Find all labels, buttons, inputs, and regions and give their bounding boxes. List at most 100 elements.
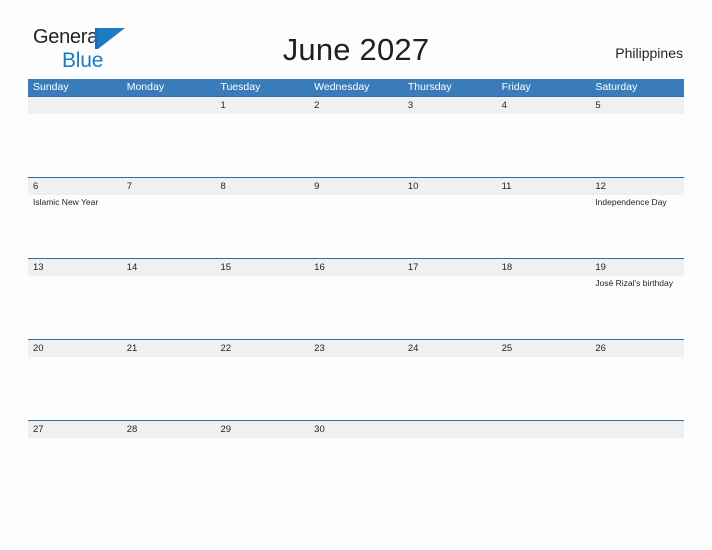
day-cell[interactable] <box>28 114 122 177</box>
day-number[interactable]: 5 <box>590 97 684 114</box>
event-label: Islamic New Year <box>33 197 99 207</box>
day-cell[interactable] <box>122 438 216 498</box>
day-number[interactable]: 3 <box>403 97 497 114</box>
weekday-friday: Friday <box>501 81 531 93</box>
day-cell[interactable] <box>309 276 403 339</box>
day-number[interactable]: 8 <box>215 178 309 195</box>
week-date-band: 27 28 29 30 <box>28 421 684 438</box>
day-number[interactable]: 13 <box>28 259 122 276</box>
week-event-band: José Rizal's birthday <box>28 276 684 339</box>
day-cell[interactable] <box>497 195 591 258</box>
day-cell[interactable]: Independence Day <box>590 195 684 258</box>
day-cell[interactable] <box>403 195 497 258</box>
day-number[interactable]: 18 <box>497 259 591 276</box>
event-label: Independence Day <box>595 197 667 207</box>
weekday-sunday: Sunday <box>33 81 69 93</box>
day-cell[interactable] <box>122 357 216 420</box>
week-row: 27 28 29 30 <box>28 420 684 498</box>
weekday-monday: Monday <box>126 81 165 93</box>
week-date-band: 6 7 8 9 10 11 12 <box>28 178 684 195</box>
day-number[interactable]: 16 <box>309 259 403 276</box>
week-date-band: 1 2 3 4 5 <box>28 97 684 114</box>
week-row: 13 14 15 16 17 18 19 José Rizal's birthd… <box>28 258 684 339</box>
day-number[interactable]: 24 <box>403 340 497 357</box>
day-number[interactable]: 29 <box>215 421 309 438</box>
day-number[interactable]: 2 <box>309 97 403 114</box>
day-number[interactable]: 22 <box>215 340 309 357</box>
weekday-thursday: Thursday <box>407 81 452 93</box>
region-label: Philippines <box>615 45 683 61</box>
day-number[interactable]: 17 <box>403 259 497 276</box>
day-number[interactable]: 15 <box>215 259 309 276</box>
day-number[interactable]: 27 <box>28 421 122 438</box>
day-cell[interactable] <box>403 357 497 420</box>
day-number[interactable]: 19 <box>590 259 684 276</box>
day-cell[interactable] <box>590 357 684 420</box>
day-number[interactable]: 1 <box>215 97 309 114</box>
day-cell[interactable] <box>497 276 591 339</box>
day-number[interactable]: 9 <box>309 178 403 195</box>
day-number[interactable]: 12 <box>590 178 684 195</box>
day-cell[interactable]: Islamic New Year <box>28 195 122 258</box>
page-header: General Blue June 2027 Philippines <box>0 0 712 71</box>
day-cell[interactable] <box>590 438 684 498</box>
calendar-grid: Sunday Monday Tuesday Wednesday Thursday… <box>28 79 684 498</box>
day-cell[interactable] <box>122 276 216 339</box>
day-cell[interactable]: José Rizal's birthday <box>590 276 684 339</box>
week-event-band: Islamic New Year Independence Day <box>28 195 684 258</box>
day-cell[interactable] <box>403 114 497 177</box>
weekday-header-row: Sunday Monday Tuesday Wednesday Thursday… <box>28 79 684 96</box>
day-cell[interactable] <box>309 195 403 258</box>
weekday-tuesday: Tuesday <box>220 81 261 93</box>
weekday-saturday: Saturday <box>595 81 638 93</box>
day-cell[interactable] <box>122 195 216 258</box>
week-row: 20 21 22 23 24 25 26 <box>28 339 684 420</box>
day-cell[interactable] <box>403 276 497 339</box>
week-row: 6 7 8 9 10 11 12 Islamic New Year Indepe… <box>28 177 684 258</box>
day-cell[interactable] <box>122 114 216 177</box>
day-cell[interactable] <box>215 438 309 498</box>
week-event-band <box>28 438 684 498</box>
day-cell[interactable] <box>215 357 309 420</box>
day-number[interactable] <box>28 97 122 114</box>
day-cell[interactable] <box>215 114 309 177</box>
day-cell[interactable] <box>497 438 591 498</box>
day-cell[interactable] <box>215 276 309 339</box>
day-number[interactable]: 10 <box>403 178 497 195</box>
weekday-wednesday: Wednesday <box>314 81 370 93</box>
week-date-band: 20 21 22 23 24 25 26 <box>28 340 684 357</box>
day-cell[interactable] <box>28 438 122 498</box>
day-number[interactable]: 20 <box>28 340 122 357</box>
day-number[interactable] <box>590 421 684 438</box>
page-title: June 2027 <box>282 32 430 67</box>
week-event-band <box>28 357 684 420</box>
day-cell[interactable] <box>28 357 122 420</box>
day-cell[interactable] <box>403 438 497 498</box>
day-cell[interactable] <box>309 438 403 498</box>
day-number[interactable]: 4 <box>497 97 591 114</box>
day-cell[interactable] <box>590 114 684 177</box>
day-number[interactable]: 14 <box>122 259 216 276</box>
week-date-band: 13 14 15 16 17 18 19 <box>28 259 684 276</box>
day-cell[interactable] <box>28 276 122 339</box>
day-number[interactable] <box>122 97 216 114</box>
day-number[interactable] <box>497 421 591 438</box>
week-event-band <box>28 114 684 177</box>
day-number[interactable]: 6 <box>28 178 122 195</box>
day-number[interactable] <box>403 421 497 438</box>
day-cell[interactable] <box>309 357 403 420</box>
week-row: 1 2 3 4 5 <box>28 96 684 177</box>
day-number[interactable]: 28 <box>122 421 216 438</box>
day-cell[interactable] <box>497 357 591 420</box>
day-number[interactable]: 7 <box>122 178 216 195</box>
day-number[interactable]: 21 <box>122 340 216 357</box>
day-number[interactable]: 23 <box>309 340 403 357</box>
day-cell[interactable] <box>497 114 591 177</box>
event-label: José Rizal's birthday <box>595 278 673 288</box>
day-number[interactable]: 30 <box>309 421 403 438</box>
day-cell[interactable] <box>309 114 403 177</box>
day-cell[interactable] <box>215 195 309 258</box>
day-number[interactable]: 25 <box>497 340 591 357</box>
day-number[interactable]: 26 <box>590 340 684 357</box>
day-number[interactable]: 11 <box>497 178 591 195</box>
